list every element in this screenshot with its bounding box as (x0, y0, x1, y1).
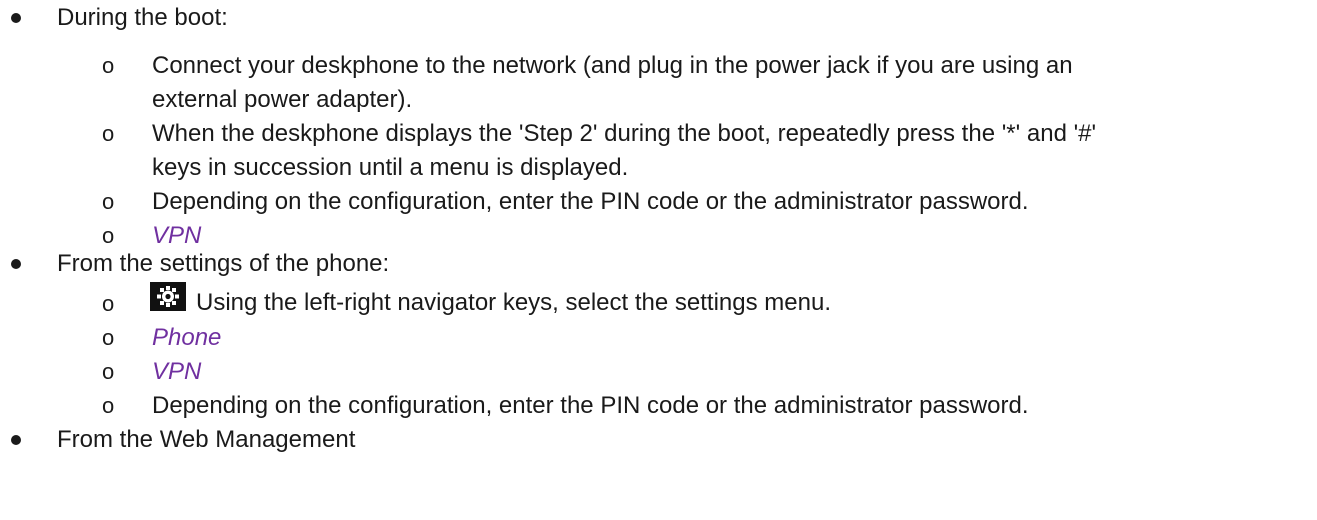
sub-bullet-icon: o (102, 189, 115, 214)
sub-bullet-icon: o (102, 359, 115, 384)
sub-bullet-icon: o (102, 291, 115, 316)
menu-path-phone[interactable]: Phone (152, 324, 221, 352)
list-item-web-management: From the Web Management (57, 426, 356, 453)
gear-icon (150, 282, 186, 311)
sub-bullet-icon: o (102, 121, 115, 146)
sub-bullet-icon: o (102, 53, 115, 78)
list-subitem-pin-boot: Depending on the configuration, enter th… (152, 188, 1029, 215)
bullet-icon (11, 13, 21, 23)
bullet-icon (11, 259, 21, 269)
list-item-settings: From the settings of the phone: (57, 250, 390, 277)
sub-bullet-icon: o (102, 393, 115, 418)
list-subitem-navigator: Using the left-right navigator keys, sel… (196, 289, 831, 316)
menu-path-vpn[interactable]: VPN (152, 358, 201, 386)
sub-bullet-icon: o (102, 325, 115, 350)
list-item-during-boot: During the boot: (57, 4, 228, 31)
document-page: During the boot: o Connect your deskphon… (0, 0, 1317, 520)
list-subitem-step2-line2: keys in succession until a menu is displ… (152, 154, 629, 181)
menu-path-vpn[interactable]: VPN (152, 222, 201, 250)
list-subitem-pin-settings: Depending on the configuration, enter th… (152, 392, 1029, 419)
bullet-icon (11, 435, 21, 445)
list-subitem-step2-line1: When the deskphone displays the 'Step 2'… (152, 120, 1097, 147)
list-subitem-connect-line1: Connect your deskphone to the network (a… (152, 52, 1073, 79)
sub-bullet-icon: o (102, 223, 115, 248)
list-subitem-connect-line2: external power adapter). (152, 86, 413, 113)
